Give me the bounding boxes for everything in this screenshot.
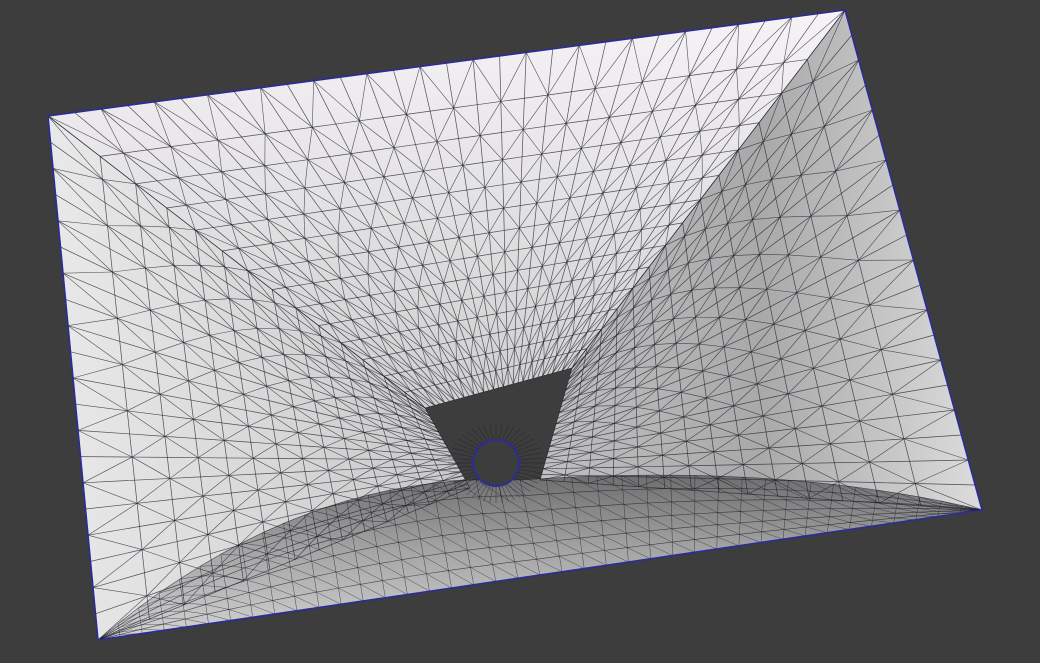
hole-ring-edge [519,452,543,458]
hole-ring-edge [507,428,521,443]
hole-ring-edge [489,423,494,440]
hole-ring-edge [519,468,543,474]
hole-ring-edge [457,438,478,449]
hole-ring-edge [498,423,503,440]
mesh-faces [48,10,982,640]
hole-ring-edge [461,434,480,447]
3d-viewport[interactable] [0,0,1040,663]
hole-ring-edge [518,471,541,479]
hole-ring-edge [451,447,474,455]
hole-ring-edge [516,442,538,452]
hole-ring-edge [519,457,544,461]
hole-ring-edge [514,438,535,449]
hole-ring-edge [449,452,473,458]
hole-ring-edge [504,425,515,441]
hole-ring-edge [510,431,526,445]
hole-ring-edge [454,442,476,452]
hole-ring-edge [518,447,541,455]
hole-ring-edge [471,428,485,443]
hole-ring-edge [477,425,488,441]
hole-ring-edge [519,465,544,469]
hole-ring-edge [466,431,482,445]
hole-ring-edge [512,434,531,447]
mesh-model[interactable] [0,0,1040,663]
center-hole [472,439,520,487]
